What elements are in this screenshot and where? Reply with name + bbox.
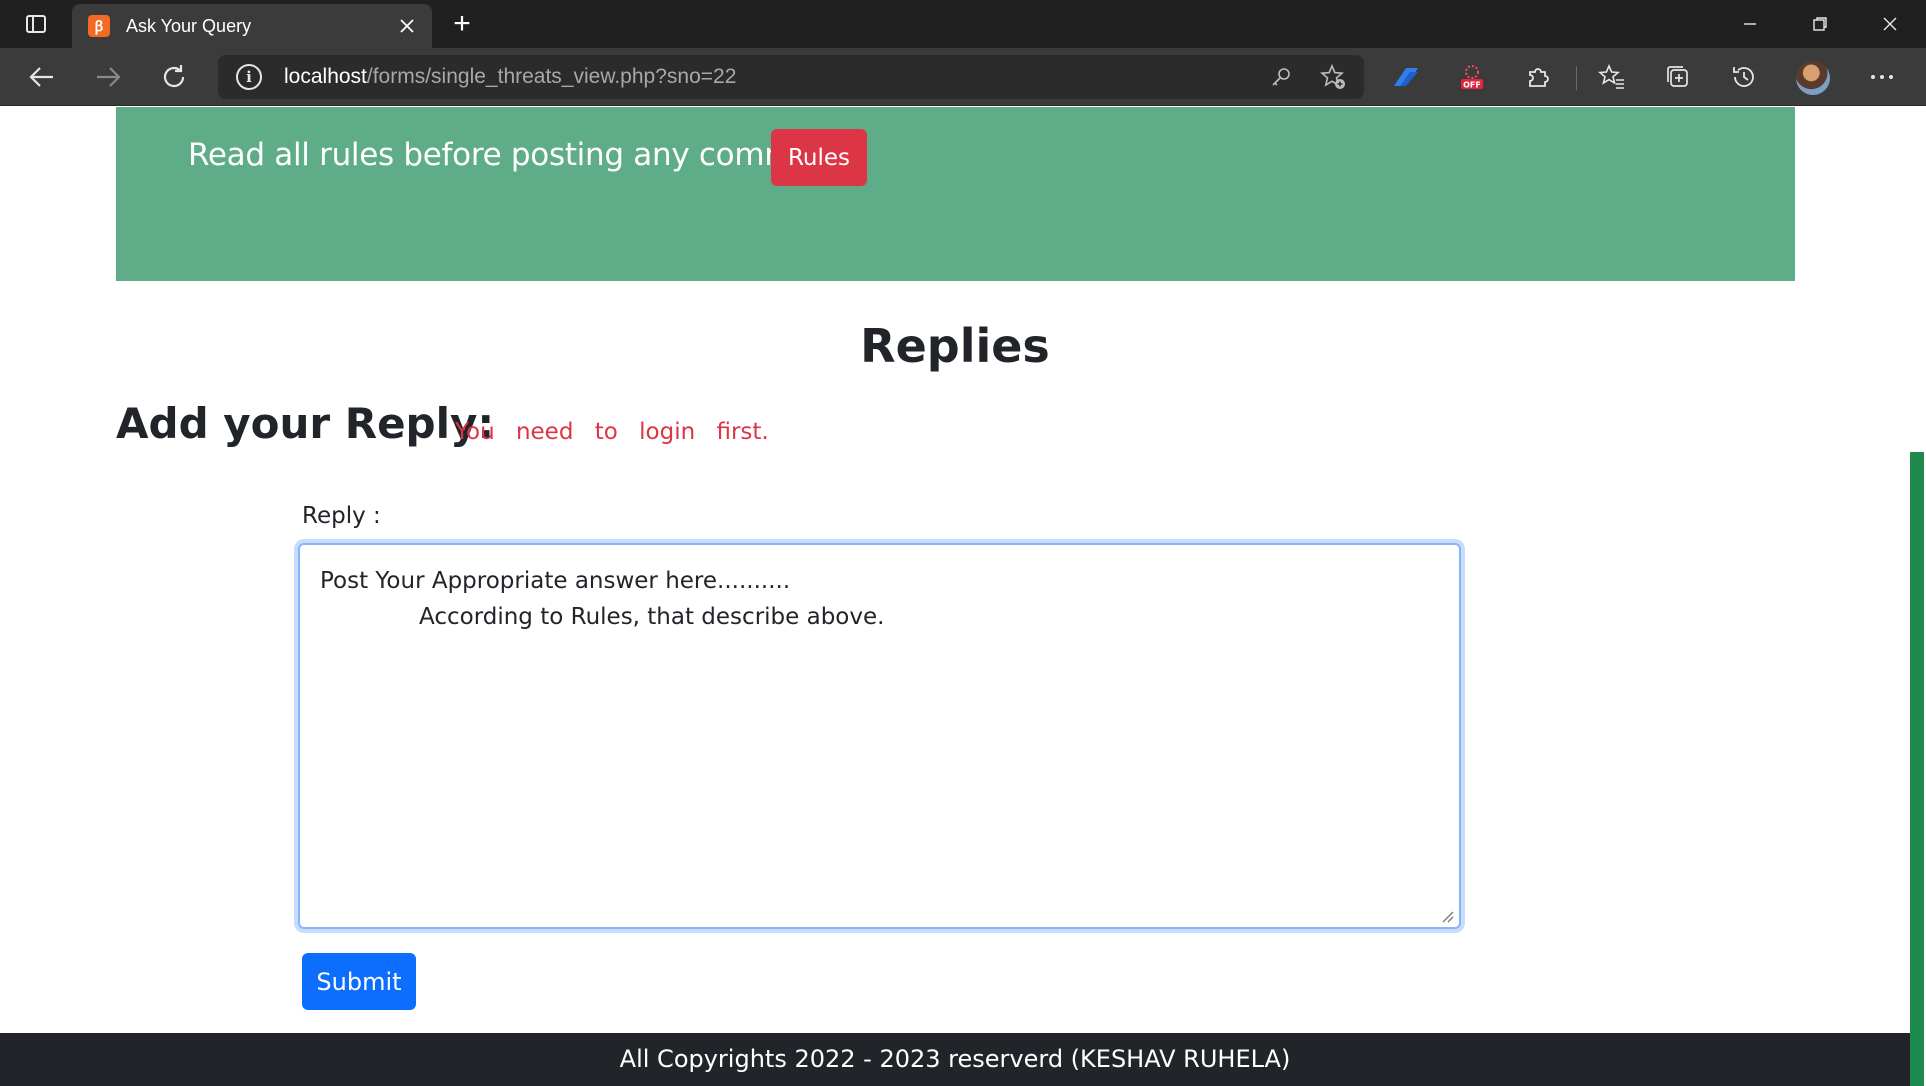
url-path: /forms/single_threats_view.php?sno=22 bbox=[366, 65, 737, 88]
refresh-icon[interactable] bbox=[152, 56, 196, 98]
collections-icon[interactable] bbox=[1658, 58, 1698, 96]
url-host: localhost bbox=[284, 65, 367, 88]
footer: All Copyrights 2022 - 2023 reserverd (KE… bbox=[0, 1033, 1910, 1086]
reply-textarea[interactable]: Post Your Appropriate answer here.......… bbox=[298, 543, 1461, 929]
tab-title: Ask Your Query bbox=[126, 15, 252, 36]
browser-tab-active[interactable]: ꞵ Ask Your Query bbox=[72, 4, 432, 48]
key-icon[interactable] bbox=[1266, 63, 1296, 91]
more-options-icon[interactable] bbox=[1862, 58, 1902, 96]
rules-banner-message: Read all rules before posting any commen… bbox=[188, 137, 854, 173]
restore-icon[interactable] bbox=[1786, 0, 1854, 48]
page-viewport: Read all rules before posting any commen… bbox=[0, 107, 1926, 1086]
new-tab-button[interactable]: + bbox=[444, 7, 480, 40]
close-tab-icon[interactable] bbox=[392, 11, 422, 41]
site-info-icon[interactable]: i bbox=[236, 64, 262, 90]
login-required-notice: You need to login first. bbox=[455, 419, 769, 445]
submit-button[interactable]: Submit bbox=[302, 953, 416, 1010]
svg-text:OFF: OFF bbox=[1463, 81, 1481, 90]
reply-label: Reply : bbox=[302, 503, 381, 529]
add-favorite-star-icon[interactable] bbox=[1318, 63, 1348, 91]
history-icon[interactable] bbox=[1724, 58, 1764, 96]
reply-placeholder-line-2: According to Rules, that describe above. bbox=[419, 604, 885, 630]
back-arrow-icon[interactable] bbox=[20, 56, 64, 98]
footer-copyright: All Copyrights 2022 - 2023 reserverd (KE… bbox=[619, 1045, 1291, 1073]
extension-off-icon[interactable]: OFF bbox=[1452, 58, 1492, 96]
profile-avatar[interactable] bbox=[1796, 61, 1830, 95]
power-automate-icon[interactable] bbox=[1386, 58, 1426, 96]
replies-heading: Replies bbox=[860, 319, 1050, 373]
forward-arrow-icon[interactable] bbox=[86, 56, 130, 98]
browser-tab-bar: ꞵ Ask Your Query + bbox=[0, 0, 1926, 48]
favorites-icon[interactable] bbox=[1592, 58, 1632, 96]
address-bar[interactable]: i localhost/forms/single_threats_view.ph… bbox=[218, 55, 1364, 99]
toolbar-separator bbox=[1576, 66, 1577, 90]
add-reply-heading: Add your Reply: bbox=[116, 399, 495, 448]
browser-toolbar: i localhost/forms/single_threats_view.ph… bbox=[0, 48, 1926, 106]
extensions-puzzle-icon[interactable] bbox=[1518, 58, 1558, 96]
scrollbar-thumb[interactable] bbox=[1910, 452, 1924, 1086]
tab-actions-icon[interactable] bbox=[14, 10, 58, 38]
page-scrollbar[interactable] bbox=[1910, 107, 1926, 1086]
rules-button[interactable]: Rules bbox=[771, 129, 867, 186]
xampp-icon: ꞵ bbox=[88, 15, 110, 37]
textarea-resize-handle-icon[interactable] bbox=[1440, 909, 1454, 923]
close-window-icon[interactable] bbox=[1856, 0, 1924, 48]
minimize-icon[interactable] bbox=[1716, 0, 1784, 48]
rules-banner: Read all rules before posting any commen… bbox=[116, 107, 1795, 281]
reply-placeholder-line-1: Post Your Appropriate answer here.......… bbox=[320, 568, 791, 594]
address-url: localhost/forms/single_threats_view.php?… bbox=[284, 65, 736, 89]
